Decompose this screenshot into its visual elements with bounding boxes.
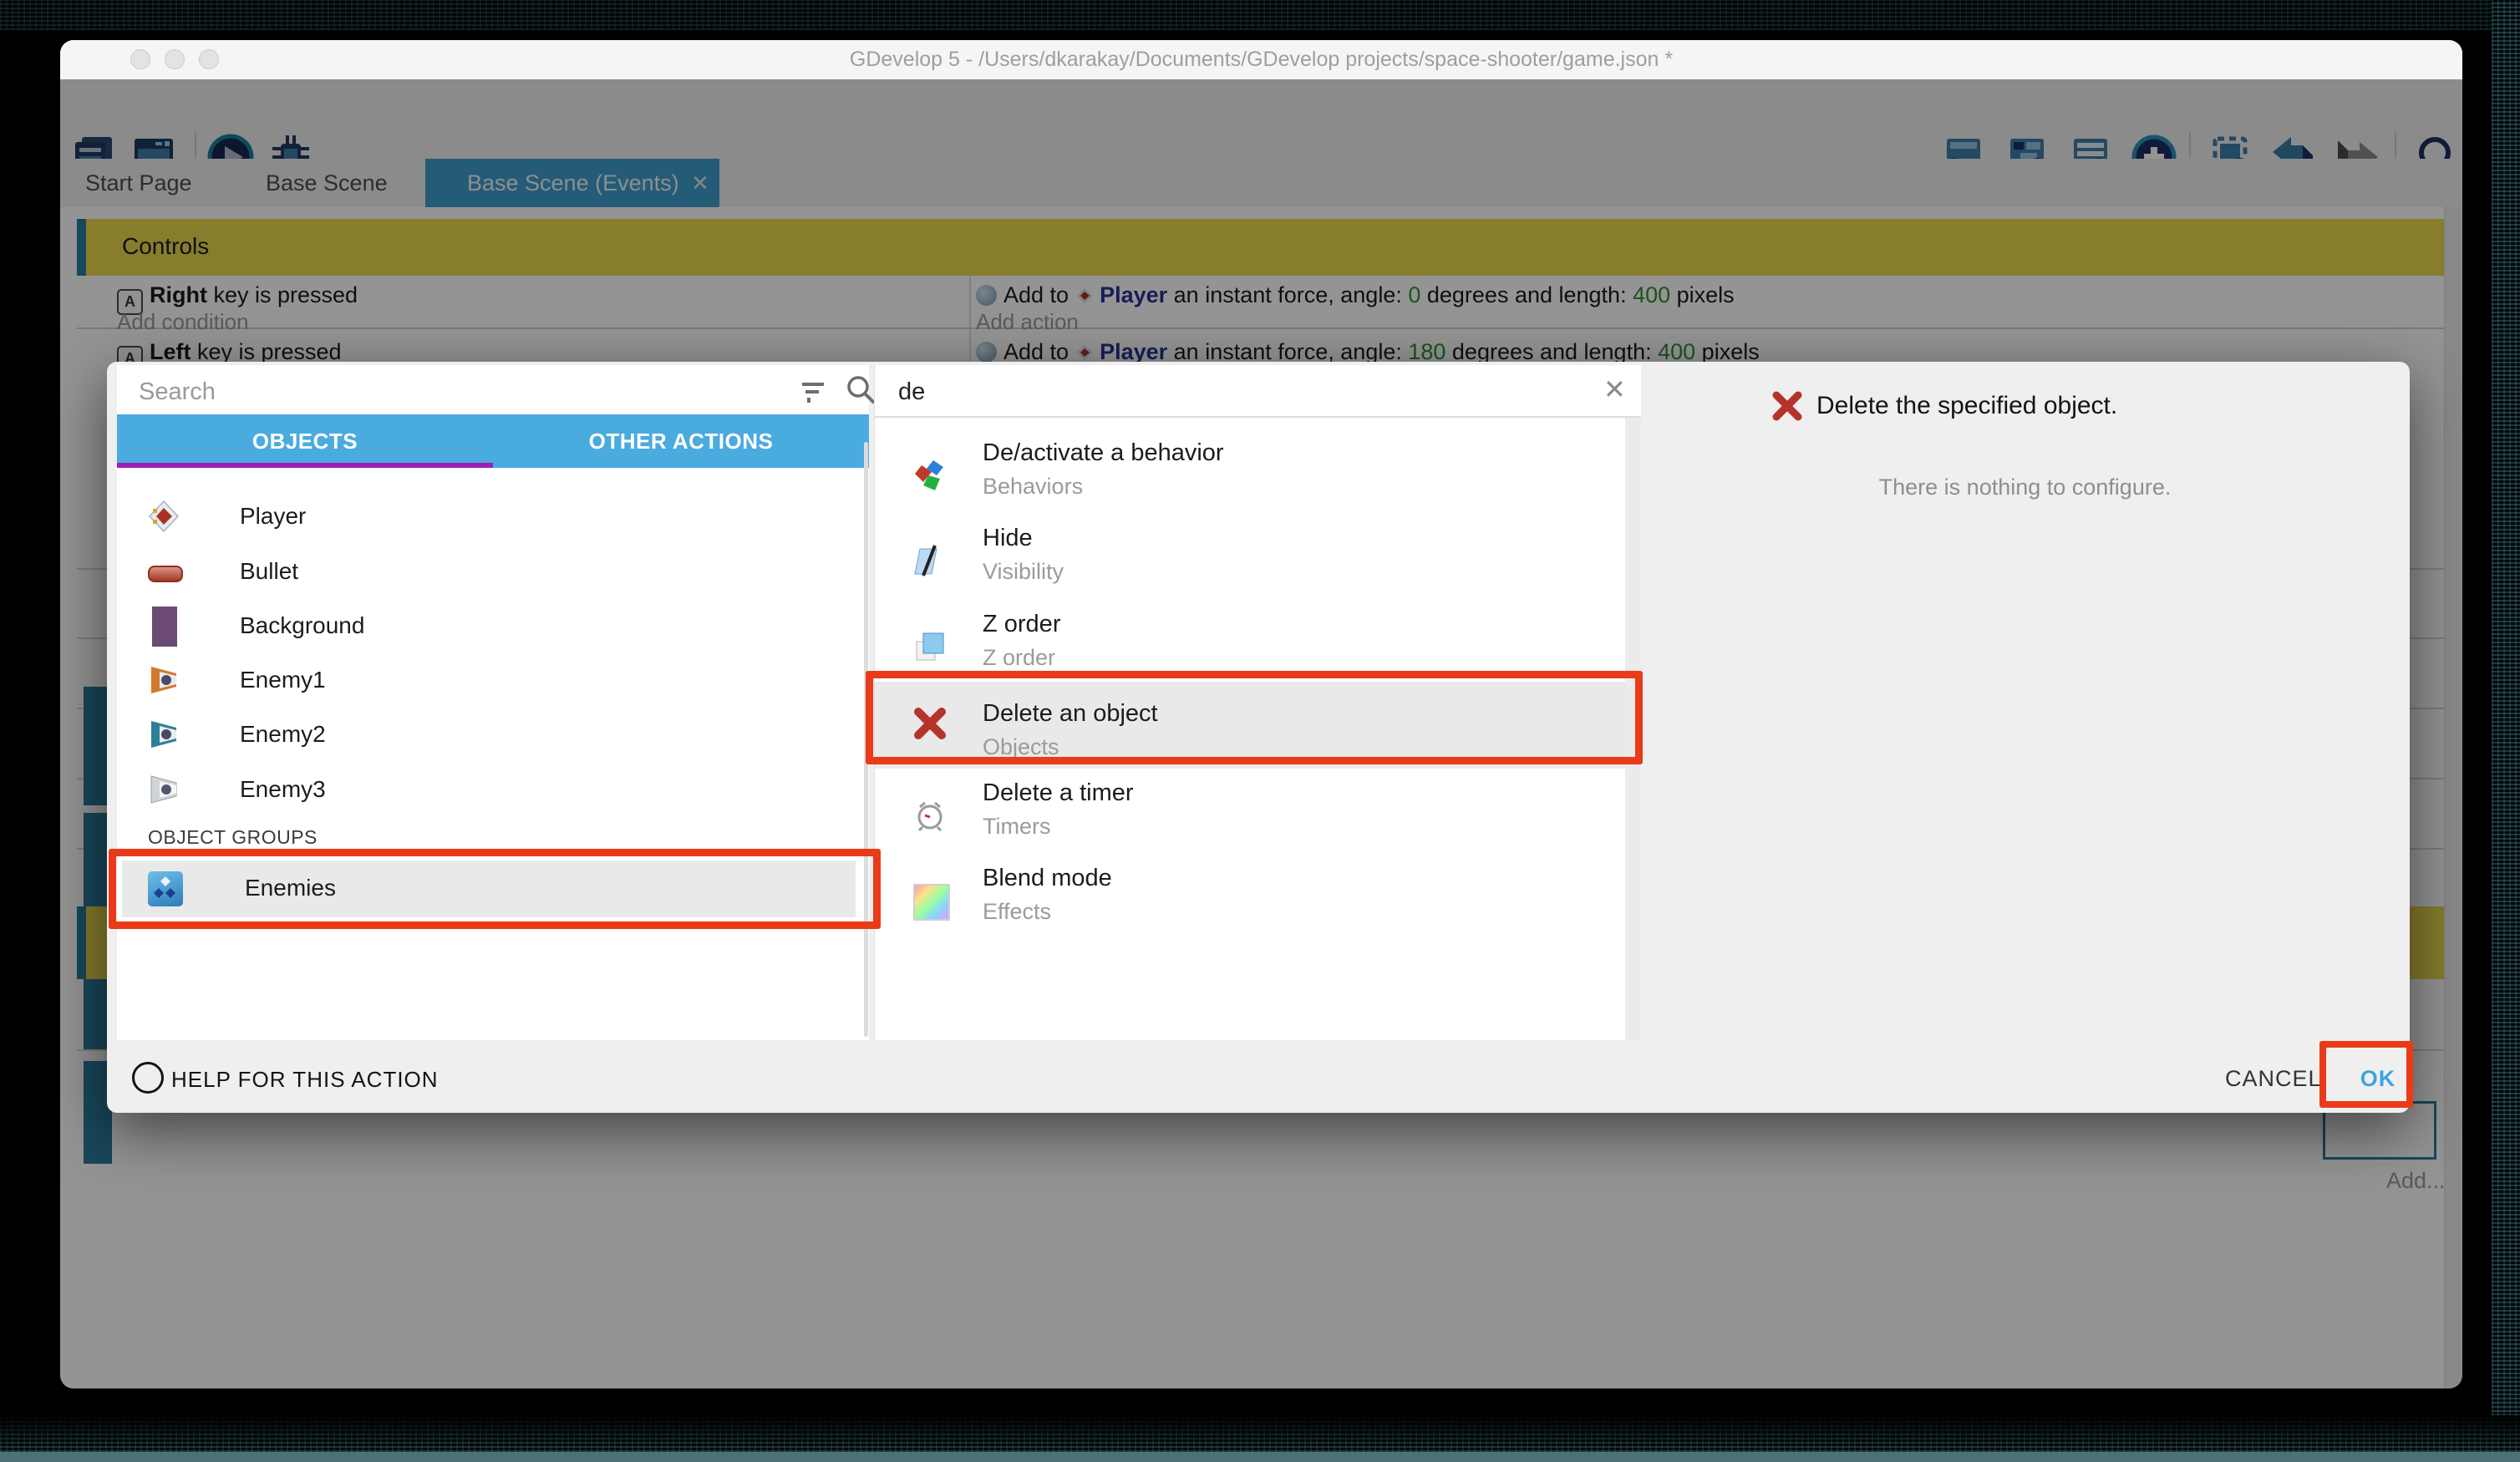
objects-pane-tabs: OBJECTS OTHER ACTIONS xyxy=(117,414,869,468)
action-detail-panel: Delete the specified object. There is no… xyxy=(1640,362,2410,1040)
enemy1-icon xyxy=(146,662,181,698)
blend-mode-icon xyxy=(913,884,950,921)
active-tab-underline xyxy=(117,463,493,468)
help-for-action-button[interactable]: HELP FOR THIS ACTION xyxy=(171,1067,439,1093)
object-list-item-enemy2[interactable]: Enemy2 xyxy=(117,708,861,762)
bullet-icon xyxy=(148,566,183,582)
enemy3-icon xyxy=(146,772,181,807)
object-list-item-background[interactable]: Background xyxy=(117,600,861,653)
window-title: GDevelop 5 - /Users/dkarakay/Documents/G… xyxy=(60,40,2462,79)
annotation-ok-button xyxy=(2319,1041,2413,1108)
object-list-item-enemy1[interactable]: Enemy1 xyxy=(117,654,861,708)
z-order-icon xyxy=(913,630,947,663)
screenshot-root: GDevelop 5 - /Users/dkarakay/Documents/G… xyxy=(0,0,2520,1462)
objects-pane: OBJECTS OTHER ACTIONS Player Bullet Back… xyxy=(117,365,869,1040)
tab-other-actions[interactable]: OTHER ACTIONS xyxy=(493,414,869,468)
desktop-top-edge xyxy=(0,0,2520,30)
actions-search-input[interactable] xyxy=(897,373,1535,410)
title-bar: GDevelop 5 - /Users/dkarakay/Documents/G… xyxy=(60,40,2462,80)
desktop-right-edge xyxy=(2492,0,2520,1462)
delete-object-icon xyxy=(1771,390,1803,422)
annotation-enemies-group xyxy=(109,849,881,929)
behavior-icon xyxy=(913,459,947,492)
object-groups-label: OBJECT GROUPS xyxy=(148,826,318,849)
player-icon xyxy=(146,499,181,534)
hide-icon xyxy=(913,544,947,577)
object-list-item-bullet[interactable]: Bullet xyxy=(117,546,861,599)
enemy2-icon xyxy=(146,717,181,752)
action-item-hide[interactable]: Hide Visibility xyxy=(875,522,1625,606)
desktop-bottom-band xyxy=(0,1452,2520,1462)
object-list-item-enemy3[interactable]: Enemy3 xyxy=(117,764,861,817)
object-list-item-player[interactable]: Player xyxy=(117,490,861,544)
action-item-delete-timer[interactable]: Delete a timer Timers xyxy=(875,777,1625,860)
filter-icon[interactable] xyxy=(800,378,829,406)
search-divider xyxy=(875,416,1641,418)
cancel-button[interactable]: CANCEL xyxy=(2225,1066,2322,1092)
background-icon xyxy=(152,607,177,647)
help-icon xyxy=(132,1062,164,1094)
action-item-blend-mode[interactable]: Blend mode Effects xyxy=(875,862,1625,946)
tab-objects[interactable]: OBJECTS xyxy=(117,414,493,468)
objects-search-input[interactable] xyxy=(137,373,792,410)
action-detail-empty-text: There is nothing to configure. xyxy=(1640,475,2410,500)
search-icon xyxy=(846,375,877,407)
clear-search-icon[interactable]: ✕ xyxy=(1603,373,1626,405)
action-item-deactivate-behavior[interactable]: De/activate a behavior Behaviors xyxy=(875,437,1625,520)
annotation-delete-object xyxy=(866,671,1643,764)
action-detail-heading: Delete the specified object. xyxy=(1816,392,2117,420)
desktop-bottom-fade xyxy=(0,1415,2520,1452)
dialog-bottom-bar: HELP FOR THIS ACTION CANCEL OK xyxy=(107,1040,2410,1113)
timer-icon xyxy=(913,799,947,832)
